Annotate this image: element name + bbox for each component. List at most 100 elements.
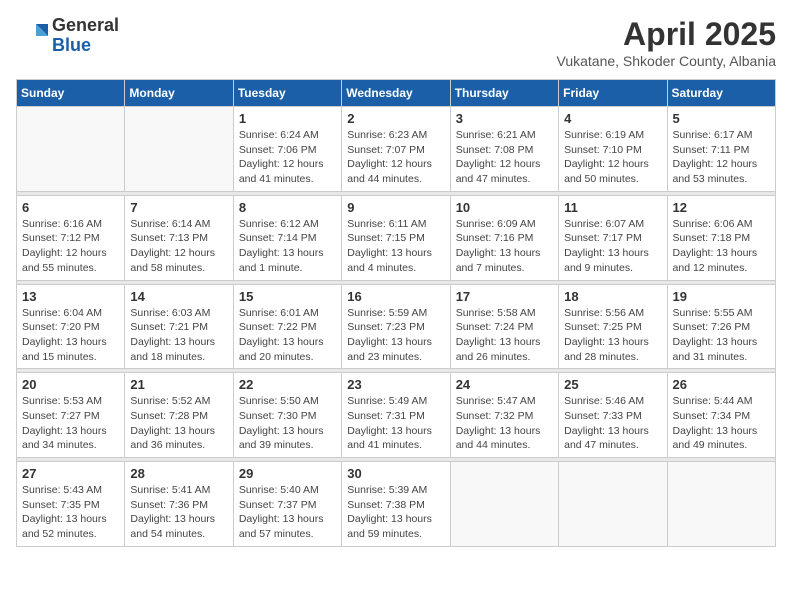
sunset-text: Sunset: 7:32 PM: [456, 410, 534, 422]
day-number: 24: [456, 377, 553, 392]
sunrise-text: Sunrise: 5:59 AM: [347, 307, 427, 319]
sunrise-text: Sunrise: 6:14 AM: [130, 218, 210, 230]
day-info: Sunrise: 5:39 AMSunset: 7:38 PMDaylight:…: [347, 483, 444, 542]
daylight-text: Daylight: 13 hours and 47 minutes.: [564, 425, 649, 452]
table-row: 18Sunrise: 5:56 AMSunset: 7:25 PMDayligh…: [559, 284, 667, 369]
daylight-text: Daylight: 13 hours and 9 minutes.: [564, 247, 649, 274]
day-number: 4: [564, 111, 661, 126]
sunset-text: Sunset: 7:26 PM: [673, 321, 751, 333]
daylight-text: Daylight: 13 hours and 20 minutes.: [239, 336, 324, 363]
sunrise-text: Sunrise: 6:16 AM: [22, 218, 102, 230]
table-row: 16Sunrise: 5:59 AMSunset: 7:23 PMDayligh…: [342, 284, 450, 369]
daylight-text: Daylight: 12 hours and 50 minutes.: [564, 158, 649, 185]
table-row: 22Sunrise: 5:50 AMSunset: 7:30 PMDayligh…: [233, 373, 341, 458]
sunset-text: Sunset: 7:34 PM: [673, 410, 751, 422]
day-number: 11: [564, 200, 661, 215]
daylight-text: Daylight: 13 hours and 31 minutes.: [673, 336, 758, 363]
day-info: Sunrise: 6:14 AMSunset: 7:13 PMDaylight:…: [130, 217, 227, 276]
sunrise-text: Sunrise: 6:23 AM: [347, 129, 427, 141]
daylight-text: Daylight: 12 hours and 53 minutes.: [673, 158, 758, 185]
day-info: Sunrise: 6:19 AMSunset: 7:10 PMDaylight:…: [564, 128, 661, 187]
table-row: 7Sunrise: 6:14 AMSunset: 7:13 PMDaylight…: [125, 195, 233, 280]
day-info: Sunrise: 6:16 AMSunset: 7:12 PMDaylight:…: [22, 217, 119, 276]
table-row: 27Sunrise: 5:43 AMSunset: 7:35 PMDayligh…: [17, 462, 125, 547]
logo-general: General: [52, 16, 119, 36]
day-info: Sunrise: 6:23 AMSunset: 7:07 PMDaylight:…: [347, 128, 444, 187]
day-info: Sunrise: 6:03 AMSunset: 7:21 PMDaylight:…: [130, 306, 227, 365]
daylight-text: Daylight: 13 hours and 23 minutes.: [347, 336, 432, 363]
table-row: 2Sunrise: 6:23 AMSunset: 7:07 PMDaylight…: [342, 107, 450, 192]
day-info: Sunrise: 5:44 AMSunset: 7:34 PMDaylight:…: [673, 394, 770, 453]
table-row: 5 Sunrise: 6:17 AMSunset: 7:11 PMDaylight…: [667, 107, 775, 192]
table-row: 6Sunrise: 6:16 AMSunset: 7:12 PMDaylight…: [17, 195, 125, 280]
logo-blue: Blue: [52, 36, 119, 56]
day-info: Sunrise: 5:46 AMSunset: 7:33 PMDaylight:…: [564, 394, 661, 453]
title-section: April 2025 Vukatane, Shkoder County, Alb…: [557, 16, 776, 69]
day-number: 14: [130, 289, 227, 304]
table-row: 23Sunrise: 5:49 AMSunset: 7:31 PMDayligh…: [342, 373, 450, 458]
sunrise-text: Sunrise: 5:40 AM: [239, 484, 319, 496]
table-row: 14 Sunrise: 6:03 AMSunset: 7:21 PMDayligh…: [125, 284, 233, 369]
day-info: Sunrise: 6:17 AMSunset: 7:11 PMDaylight:…: [673, 128, 770, 187]
day-number: 8: [239, 200, 336, 215]
daylight-text: Daylight: 13 hours and 18 minutes.: [130, 336, 215, 363]
day-info: Sunrise: 5:53 AMSunset: 7:27 PMDaylight:…: [22, 394, 119, 453]
day-info: Sunrise: 6:24 AMSunset: 7:06 PMDaylight:…: [239, 128, 336, 187]
sunrise-text: Sunrise: 5:58 AM: [456, 307, 536, 319]
daylight-text: Daylight: 13 hours and 28 minutes.: [564, 336, 649, 363]
day-info: Sunrise: 5:43 AMSunset: 7:35 PMDaylight:…: [22, 483, 119, 542]
table-row: [559, 462, 667, 547]
day-info: Sunrise: 6:04 AM Sunset: 7:20 PM Daylight:…: [22, 306, 119, 365]
location-subtitle: Vukatane, Shkoder County, Albania: [557, 53, 776, 69]
daylight-text: Daylight: 13 hours and 49 minutes.: [673, 425, 758, 452]
day-number: 9: [347, 200, 444, 215]
daylight-text: Daylight: 12 hours and 41 minutes.: [239, 158, 324, 185]
daylight-text: Daylight: 13 hours and 34 minutes.: [22, 425, 107, 452]
sunset-text: Sunset: 7:22 PM: [239, 321, 317, 333]
daylight-text: Daylight: 13 hours and 26 minutes.: [456, 336, 541, 363]
calendar-week-2: 6Sunrise: 6:16 AMSunset: 7:12 PMDaylight…: [17, 195, 776, 280]
daylight-text: Daylight: 13 hours and 54 minutes.: [130, 513, 215, 540]
day-number: 12: [673, 200, 770, 215]
day-number: 21: [130, 377, 227, 392]
day-info: Sunrise: 6:06 AMSunset: 7:18 PMDaylight:…: [673, 217, 770, 276]
table-row: 10Sunrise: 6:09 AMSunset: 7:16 PMDayligh…: [450, 195, 558, 280]
calendar-week-3: 13Sunrise: 6:04 AMSunset: 7:20 PMDayligh…: [17, 284, 776, 369]
table-row: 21 Sunrise: 5:52 AMSunset: 7:28 PMDayligh…: [125, 373, 233, 458]
sunset-text: Sunset: 7:15 PM: [347, 232, 425, 244]
sunset-text: Sunset: 7:37 PM: [239, 499, 317, 511]
table-row: [17, 107, 125, 192]
day-number: 15: [239, 289, 336, 304]
sunrise-text: Sunrise: 5:55 AM: [673, 307, 753, 319]
sunrise-text: Sunrise: 6:01 AM: [239, 307, 319, 319]
day-info: Sunrise: 5:41 AMSunset: 7:36 PMDaylight:…: [130, 483, 227, 542]
sunset-text: Sunset: 7:16 PM: [456, 232, 534, 244]
sunset-text: Sunset: 7:38 PM: [347, 499, 425, 511]
sunset-text: Sunset: 7:27 PM: [22, 410, 100, 422]
day-number: 7: [130, 200, 227, 215]
sunset-text: Sunset: 7:31 PM: [347, 410, 425, 422]
day-info: Sunrise: 5:59 AMSunset: 7:23 PMDaylight:…: [347, 306, 444, 365]
sunset-text: Sunset: 7:07 PM: [347, 144, 425, 156]
day-number: 30: [347, 466, 444, 481]
daylight-text: Daylight: 13 hours and 52 minutes.: [22, 513, 107, 540]
sunset-text: Sunset: 7:17 PM: [564, 232, 642, 244]
sunrise-text: Sunrise: 6:04 AM: [22, 307, 102, 319]
daylight-text: Daylight: 13 hours and 39 minutes.: [239, 425, 324, 452]
day-number: 5: [673, 111, 770, 126]
day-info: Sunrise: 6:11 AMSunset: 7:15 PMDaylight:…: [347, 217, 444, 276]
day-info: Sunrise: 5:52 AMSunset: 7:28 PMDaylight:…: [130, 394, 227, 453]
day-info: Sunrise: 5:58 AMSunset: 7:24 PMDaylight:…: [456, 306, 553, 365]
daylight-text: Daylight: 13 hours and 7 minutes.: [456, 247, 541, 274]
sunset-text: Sunset: 7:20 PM: [22, 321, 100, 333]
sunset-text: Sunset: 7:13 PM: [130, 232, 208, 244]
daylight-text: Daylight: 13 hours and 44 minutes.: [456, 425, 541, 452]
header-monday: Monday: [125, 80, 233, 107]
calendar-week-1: 1Sunrise: 6:24 AMSunset: 7:06 PMDaylight…: [17, 107, 776, 192]
table-row: 20Sunrise: 5:53 AMSunset: 7:27 PMDayligh…: [17, 373, 125, 458]
daylight-text: Daylight: 13 hours and 15 minutes.: [22, 336, 107, 363]
day-number: 22: [239, 377, 336, 392]
table-row: 29Sunrise: 5:40 AMSunset: 7:37 PMDayligh…: [233, 462, 341, 547]
sunset-text: Sunset: 7:14 PM: [239, 232, 317, 244]
sunrise-text: Sunrise: 5:43 AM: [22, 484, 102, 496]
